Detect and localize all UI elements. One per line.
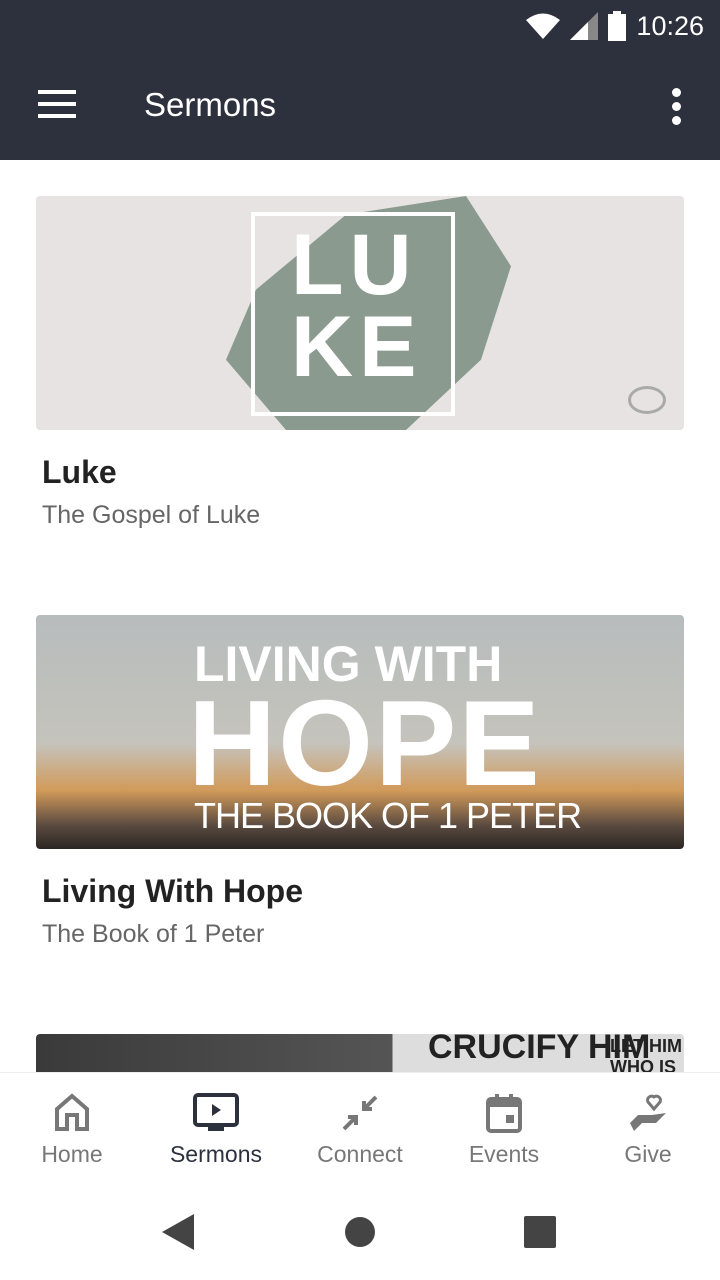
church-logo xyxy=(628,386,666,414)
nav-give[interactable]: Give xyxy=(576,1073,720,1190)
banner-text: KE xyxy=(291,299,423,395)
tv-play-icon xyxy=(193,1093,239,1131)
page-title: Sermons xyxy=(144,86,277,123)
nav-label: Give xyxy=(624,1141,672,1167)
banner-text: HOPE xyxy=(188,675,542,811)
signal-icon xyxy=(570,12,599,40)
status-time: 10:26 xyxy=(636,10,704,41)
series-card-living-with-hope[interactable]: LIVING WITH HOPE THE BOOK OF 1 PETER Liv… xyxy=(36,615,684,949)
back-icon[interactable] xyxy=(162,1214,194,1250)
series-subtitle: The Book of 1 Peter xyxy=(42,920,265,948)
bottom-nav: Home Sermons Connect Events Give xyxy=(0,1072,720,1190)
wifi-icon xyxy=(526,13,561,39)
nav-connect[interactable]: Connect xyxy=(288,1073,432,1190)
home-icon xyxy=(55,1093,89,1131)
hamburger-icon[interactable] xyxy=(38,90,76,126)
connect-arrows-icon xyxy=(342,1095,378,1131)
nav-sermons[interactable]: Sermons xyxy=(144,1073,288,1190)
top-bar: 10:26 Sermons xyxy=(0,0,720,160)
series-card-luke[interactable]: LU KE Luke The Gospel of Luke xyxy=(36,196,684,530)
series-card-third[interactable]: CRUCIFY HIM LET HIM WHO IS xyxy=(36,1034,684,1072)
series-banner[interactable]: CRUCIFY HIM LET HIM WHO IS xyxy=(36,1034,684,1072)
heart-hand-icon xyxy=(630,1094,666,1131)
calendar-icon xyxy=(486,1094,522,1133)
series-subtitle: The Gospel of Luke xyxy=(42,501,261,529)
nav-label: Connect xyxy=(317,1141,403,1167)
series-title: Luke xyxy=(42,454,117,490)
series-banner[interactable]: LU KE xyxy=(36,196,684,430)
nav-label: Events xyxy=(468,1141,540,1167)
series-banner[interactable]: LIVING WITH HOPE THE BOOK OF 1 PETER xyxy=(36,615,684,849)
nav-label: Home xyxy=(41,1141,103,1167)
banner-text: THE BOOK OF 1 PETER xyxy=(194,795,582,836)
nav-label: Sermons xyxy=(169,1141,263,1167)
banner-text: LU xyxy=(291,217,418,313)
recents-icon[interactable] xyxy=(524,1216,556,1248)
series-title: Living With Hope xyxy=(42,873,304,909)
nav-home[interactable]: Home xyxy=(0,1073,144,1190)
system-nav-bar xyxy=(0,1190,720,1280)
status-bar: 10:26 xyxy=(526,8,704,44)
battery-icon xyxy=(608,11,627,41)
home-circle-icon[interactable] xyxy=(344,1216,376,1248)
banner-text: LET HIM WHO IS xyxy=(610,1036,682,1072)
nav-events[interactable]: Events xyxy=(432,1073,576,1190)
more-vert-icon[interactable] xyxy=(672,88,682,130)
